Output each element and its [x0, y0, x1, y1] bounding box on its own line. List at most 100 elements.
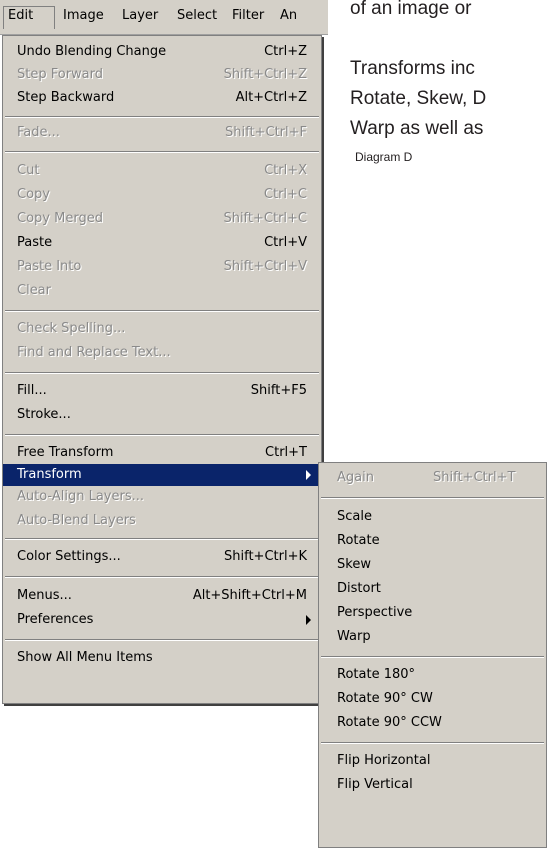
menu-item-paste-into[interactable]: Paste Into Shift+Ctrl+V [3, 256, 321, 278]
menu-separator [5, 372, 319, 374]
menu-item-label: Skew [337, 557, 371, 572]
menu-separator [321, 742, 544, 744]
menu-item-step-backward[interactable]: Step Backward Alt+Ctrl+Z [3, 87, 321, 109]
submenu-item-skew[interactable]: Skew [319, 554, 546, 576]
menu-item-shortcut: Ctrl+C [263, 187, 307, 202]
submenu-item-flip-horizontal[interactable]: Flip Horizontal [319, 750, 546, 772]
menu-item-label: Rotate 90° CCW [337, 715, 442, 730]
doc-line-3: Rotate, Skew, D [350, 88, 487, 109]
menu-item-label: Flip Vertical [337, 777, 413, 792]
menu-separator [5, 310, 319, 312]
submenu-item-scale[interactable]: Scale [319, 506, 546, 528]
menu-item-label: Distort [337, 581, 381, 596]
submenu-item-flip-vertical[interactable]: Flip Vertical [319, 774, 546, 796]
menubar-select[interactable]: Select [177, 8, 217, 23]
menu-item-label: Rotate 180° [337, 667, 416, 682]
menu-item-label: Step Backward [17, 90, 115, 105]
menu-item-copy[interactable]: Copy Ctrl+C [3, 184, 321, 206]
submenu-item-perspective[interactable]: Perspective [319, 602, 546, 624]
menu-item-label: Preferences [17, 612, 94, 627]
menu-item-shortcut: Ctrl+X [264, 163, 307, 178]
menu-item-show-all[interactable]: Show All Menu Items [3, 647, 321, 669]
menu-item-label: Transform [17, 467, 82, 482]
menu-item-label: Clear [17, 283, 51, 298]
menu-item-label: Undo Blending Change [17, 44, 167, 59]
menu-separator [5, 639, 319, 641]
menu-item-shortcut: Shift+F5 [250, 383, 307, 398]
submenu-item-rotate[interactable]: Rotate [319, 530, 546, 552]
doc-line-2: Transforms inc [350, 58, 475, 79]
doc-line-1: of an image or [350, 0, 472, 19]
menu-item-clear[interactable]: Clear [3, 280, 321, 302]
menu-item-shortcut: Shift+Ctrl+Z [223, 67, 307, 82]
menu-item-fade[interactable]: Fade... Shift+Ctrl+F [3, 122, 321, 144]
menu-item-label: Copy [17, 187, 50, 202]
menu-item-fill[interactable]: Fill... Shift+F5 [3, 380, 321, 402]
submenu-item-rotate-90-ccw[interactable]: Rotate 90° CCW [319, 712, 546, 734]
menu-item-label: Cut [17, 163, 40, 178]
menu-item-preferences[interactable]: Preferences [3, 609, 321, 631]
menu-separator [321, 656, 544, 658]
menu-item-shortcut: Shift+Ctrl+F [225, 125, 307, 140]
menu-item-paste[interactable]: Paste Ctrl+V [3, 232, 321, 254]
menu-item-label: Find and Replace Text... [17, 345, 171, 360]
menubar-edit[interactable]: Edit [8, 8, 33, 23]
menu-item-find-replace[interactable]: Find and Replace Text... [3, 342, 321, 364]
menubar-analysis[interactable]: An [280, 8, 297, 23]
menu-separator [5, 538, 319, 540]
menu-item-label: Menus... [17, 588, 72, 603]
submenu-arrow-icon [306, 470, 311, 480]
menubar-layer[interactable]: Layer [122, 8, 158, 23]
menu-item-shortcut: Alt+Ctrl+Z [235, 90, 307, 105]
menu-item-undo[interactable]: Undo Blending Change Ctrl+Z [3, 41, 321, 63]
menu-item-copy-merged[interactable]: Copy Merged Shift+Ctrl+C [3, 208, 321, 230]
menu-item-label: Paste [17, 235, 53, 250]
menu-item-color-settings[interactable]: Color Settings... Shift+Ctrl+K [3, 546, 321, 568]
menu-item-shortcut: Ctrl+V [264, 235, 307, 250]
menu-item-transform[interactable]: Transform [3, 464, 321, 486]
menu-item-label: Step Forward [17, 67, 104, 82]
menu-item-label: Fill... [17, 383, 47, 398]
menu-item-label: Rotate [337, 533, 380, 548]
menu-item-free-transform[interactable]: Free Transform Ctrl+T [3, 442, 321, 464]
menu-item-label: Again [337, 470, 374, 485]
menu-item-cut[interactable]: Cut Ctrl+X [3, 160, 321, 182]
menu-item-shortcut: Shift+Ctrl+T [433, 470, 516, 485]
menu-item-label: Show All Menu Items [17, 650, 153, 665]
edit-menu: Undo Blending Change Ctrl+Z Step Forward… [2, 35, 322, 704]
menu-item-label: Auto-Align Layers... [17, 489, 144, 504]
menu-item-label: Color Settings... [17, 549, 121, 564]
submenu-item-rotate-180[interactable]: Rotate 180° [319, 664, 546, 686]
diagram-caption: Diagram D [355, 150, 413, 164]
menu-item-label: Scale [337, 509, 372, 524]
menu-item-label: Perspective [337, 605, 413, 620]
menu-item-label: Copy Merged [17, 211, 103, 226]
doc-line-4: Warp as well as [350, 118, 484, 139]
menu-separator [5, 576, 319, 578]
menu-item-auto-align[interactable]: Auto-Align Layers... [3, 486, 321, 508]
menu-item-shortcut: Ctrl+Z [264, 44, 307, 59]
submenu-item-distort[interactable]: Distort [319, 578, 546, 600]
menu-item-label: Fade... [17, 125, 60, 140]
submenu-item-rotate-90-cw[interactable]: Rotate 90° CW [319, 688, 546, 710]
menu-item-shortcut: Shift+Ctrl+V [223, 259, 307, 274]
menu-item-shortcut: Alt+Shift+Ctrl+M [192, 588, 307, 603]
menu-item-label: Flip Horizontal [337, 753, 431, 768]
submenu-item-warp[interactable]: Warp [319, 626, 546, 648]
menu-item-check-spelling[interactable]: Check Spelling... [3, 318, 321, 340]
menu-item-auto-blend[interactable]: Auto-Blend Layers [3, 510, 321, 532]
menu-item-shortcut: Ctrl+T [265, 445, 307, 460]
menu-item-step-forward[interactable]: Step Forward Shift+Ctrl+Z [3, 64, 321, 86]
menu-item-menus[interactable]: Menus... Alt+Shift+Ctrl+M [3, 585, 321, 607]
menu-item-stroke[interactable]: Stroke... [3, 404, 321, 426]
submenu-arrow-icon [306, 615, 311, 625]
menu-separator [5, 434, 319, 436]
menu-item-label: Stroke... [17, 407, 71, 422]
menu-item-shortcut: Shift+Ctrl+K [224, 549, 307, 564]
submenu-item-again[interactable]: Again Shift+Ctrl+T [319, 467, 546, 489]
menu-item-label: Auto-Blend Layers [17, 513, 136, 528]
menubar-image[interactable]: Image [63, 8, 104, 23]
menubar-filter[interactable]: Filter [232, 8, 264, 23]
menu-separator [321, 497, 544, 499]
transform-submenu: Again Shift+Ctrl+T Scale Rotate Skew Dis… [318, 462, 547, 848]
